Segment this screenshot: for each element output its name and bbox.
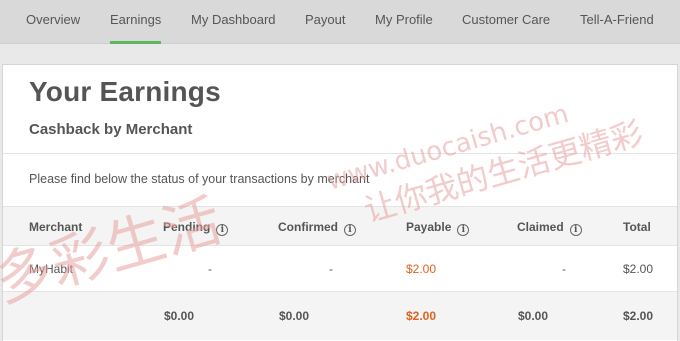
cell-total: $2.00	[623, 262, 654, 276]
tab-payout[interactable]: Payout	[305, 0, 345, 44]
totals-row: $0.00 $0.00 $2.00 $0.00 $2.00	[3, 292, 677, 340]
section-subtitle: Cashback by Merchant	[29, 121, 193, 138]
info-icon[interactable]: i	[344, 224, 356, 236]
header-claimed: Claimed i	[517, 220, 582, 236]
header-payable-label: Payable	[406, 220, 452, 234]
total-pending: $0.00	[164, 309, 195, 323]
cell-payable: $2.00	[406, 262, 437, 276]
page-title: Your Earnings	[29, 76, 221, 107]
merchant-link[interactable]: MyHabit	[29, 262, 73, 276]
info-icon[interactable]: i	[569, 224, 582, 236]
header-pending-label: Pending	[163, 220, 211, 234]
header-payable: Payable i	[406, 220, 470, 236]
header-confirmed: Confirmed i	[278, 220, 356, 236]
header-confirmed-label: Confirmed	[278, 220, 338, 234]
top-nav: Overview Earnings My Dashboard Payout My…	[0, 0, 680, 44]
intro-text: Please find below the status of your tra…	[29, 172, 370, 186]
cell-pending: -	[208, 262, 212, 276]
tab-earnings[interactable]: Earnings	[110, 0, 162, 44]
total-payable: $2.00	[406, 309, 437, 323]
info-icon[interactable]: i	[216, 224, 229, 236]
header-merchant: Merchant	[29, 220, 83, 234]
header-claimed-label: Claimed	[517, 220, 564, 234]
header-total: Total	[623, 220, 651, 234]
cell-claimed: -	[562, 262, 566, 276]
table-row: MyHabit - - $2.00 - $2.00	[3, 246, 677, 292]
total-total: $2.00	[623, 309, 654, 323]
tab-tell-a-friend[interactable]: Tell-A-Friend	[580, 0, 654, 44]
tab-my-dashboard[interactable]: My Dashboard	[191, 0, 276, 44]
earnings-card: Your Earnings Cashback by Merchant Pleas…	[2, 64, 678, 341]
header-pending: Pending i	[163, 220, 229, 236]
tab-customer-care[interactable]: Customer Care	[462, 0, 550, 44]
info-icon[interactable]: i	[457, 224, 470, 236]
tab-overview[interactable]: Overview	[26, 0, 80, 44]
total-claimed: $0.00	[518, 309, 549, 323]
tab-my-profile[interactable]: My Profile	[375, 0, 433, 44]
table-header: Merchant Pending i Confirmed i Payable i Cl…	[3, 206, 677, 246]
total-confirmed: $0.00	[279, 309, 310, 323]
divider	[3, 153, 677, 154]
cell-confirmed: -	[329, 262, 333, 276]
